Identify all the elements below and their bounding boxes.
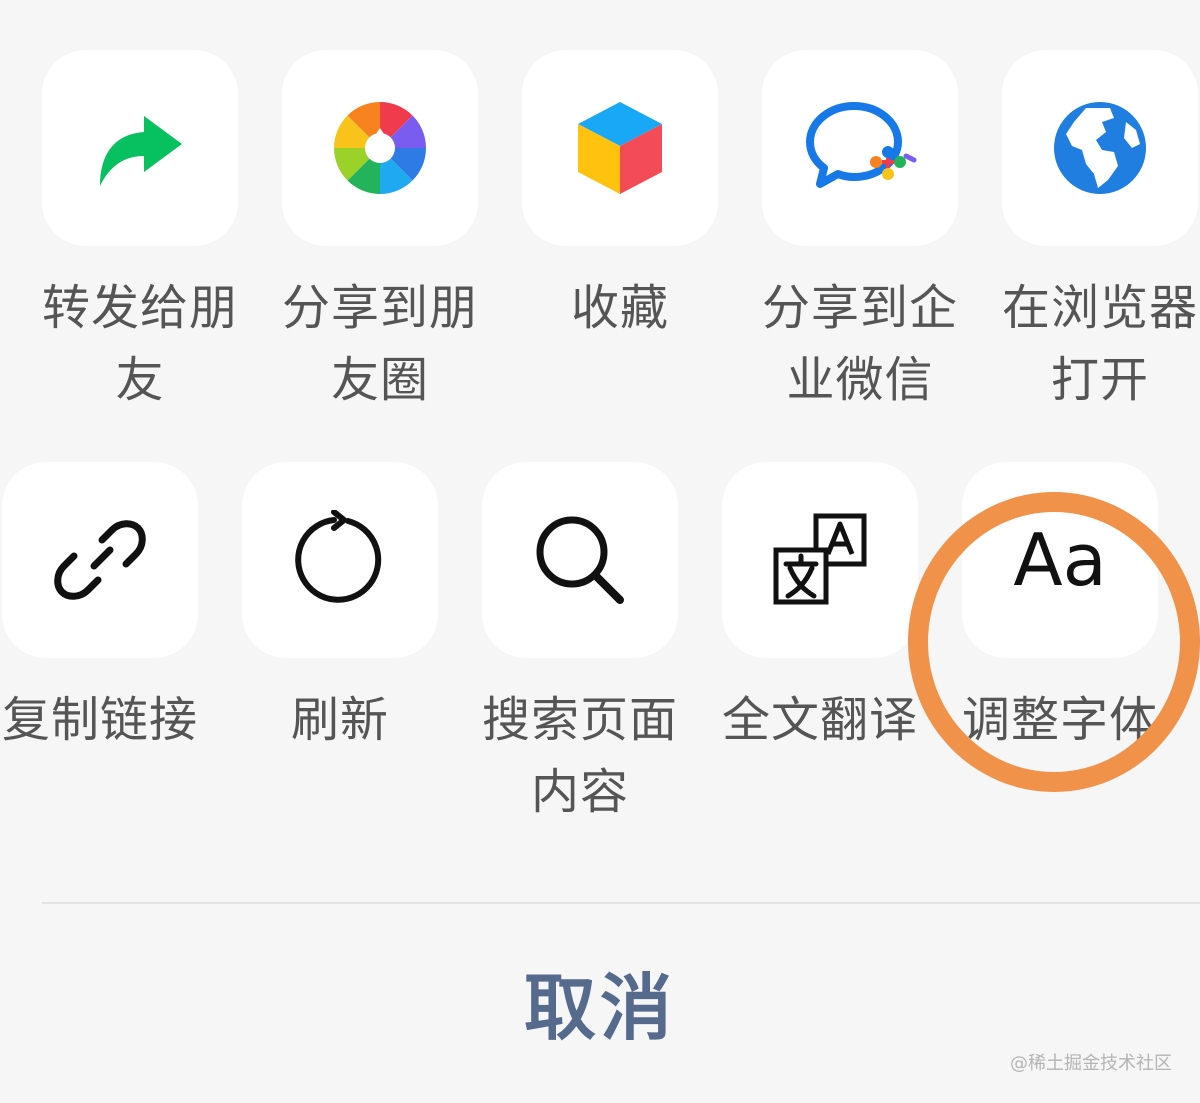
- moments-aperture-icon: [334, 102, 426, 194]
- share-to-moments-tile[interactable]: [282, 50, 478, 246]
- favorites-cube-icon: [578, 102, 662, 194]
- open-in-browser-label: 在浏览器打开: [1001, 280, 1198, 408]
- copy-link-label: 复制链接: [1, 692, 198, 748]
- watermark: @稀土掘金技术社区: [1010, 1053, 1172, 1074]
- open-in-browser-button[interactable]: 在浏览器打开: [1000, 50, 1200, 430]
- favorite-tile[interactable]: [522, 50, 718, 246]
- wework-chat-icon: [806, 102, 917, 188]
- share-actions-row: 转发给朋友 分享到朋友圈 收藏 分享到企业微信 在浏览器打开: [0, 50, 1200, 430]
- share-to-friend-tile[interactable]: [42, 50, 238, 246]
- copy-link-button[interactable]: 复制链接: [0, 462, 200, 842]
- refresh-tile[interactable]: [242, 462, 438, 658]
- translate-icon: [773, 513, 867, 605]
- adjust-font-label: 调整字体: [961, 692, 1158, 748]
- share-to-moments-label: 分享到朋友圈: [281, 280, 478, 408]
- share-to-moments-button[interactable]: 分享到朋友圈: [280, 50, 480, 430]
- refresh-icon: [295, 510, 382, 603]
- search-page-label: 搜索页面内容: [481, 692, 678, 820]
- link-icon: [54, 520, 146, 600]
- refresh-label: 刷新: [290, 692, 389, 748]
- adjust-font-button[interactable]: Aa 调整字体: [960, 462, 1160, 842]
- globe-icon: [1054, 102, 1146, 194]
- favorite-label: 收藏: [570, 280, 669, 336]
- copy-link-tile[interactable]: [2, 462, 198, 658]
- favorite-button[interactable]: 收藏: [520, 50, 720, 430]
- search-icon: [536, 516, 624, 604]
- search-page-tile[interactable]: [482, 462, 678, 658]
- translate-label: 全文翻译: [721, 692, 918, 748]
- share-to-wework-label: 分享到企业微信: [761, 280, 958, 408]
- adjust-font-tile[interactable]: Aa: [962, 462, 1158, 658]
- font-size-icon: Aa: [1013, 518, 1107, 602]
- forward-arrow-icon: [100, 116, 182, 186]
- divider: [42, 902, 1200, 904]
- refresh-button[interactable]: 刷新: [240, 462, 440, 842]
- translate-button[interactable]: 全文翻译: [720, 462, 920, 842]
- open-in-browser-tile[interactable]: [1002, 50, 1198, 246]
- share-to-friend-label: 转发给朋友: [41, 280, 238, 408]
- search-page-button[interactable]: 搜索页面内容: [480, 462, 680, 842]
- share-to-wework-tile[interactable]: [762, 50, 958, 246]
- cancel-button[interactable]: 取消: [450, 960, 750, 1056]
- translate-tile[interactable]: [722, 462, 918, 658]
- share-to-wework-button[interactable]: 分享到企业微信: [760, 50, 960, 430]
- page-actions-row: 复制链接 刷新 搜索页面内容 全文翻译 Aa 调整字体: [0, 462, 1200, 842]
- share-to-friend-button[interactable]: 转发给朋友: [40, 50, 240, 430]
